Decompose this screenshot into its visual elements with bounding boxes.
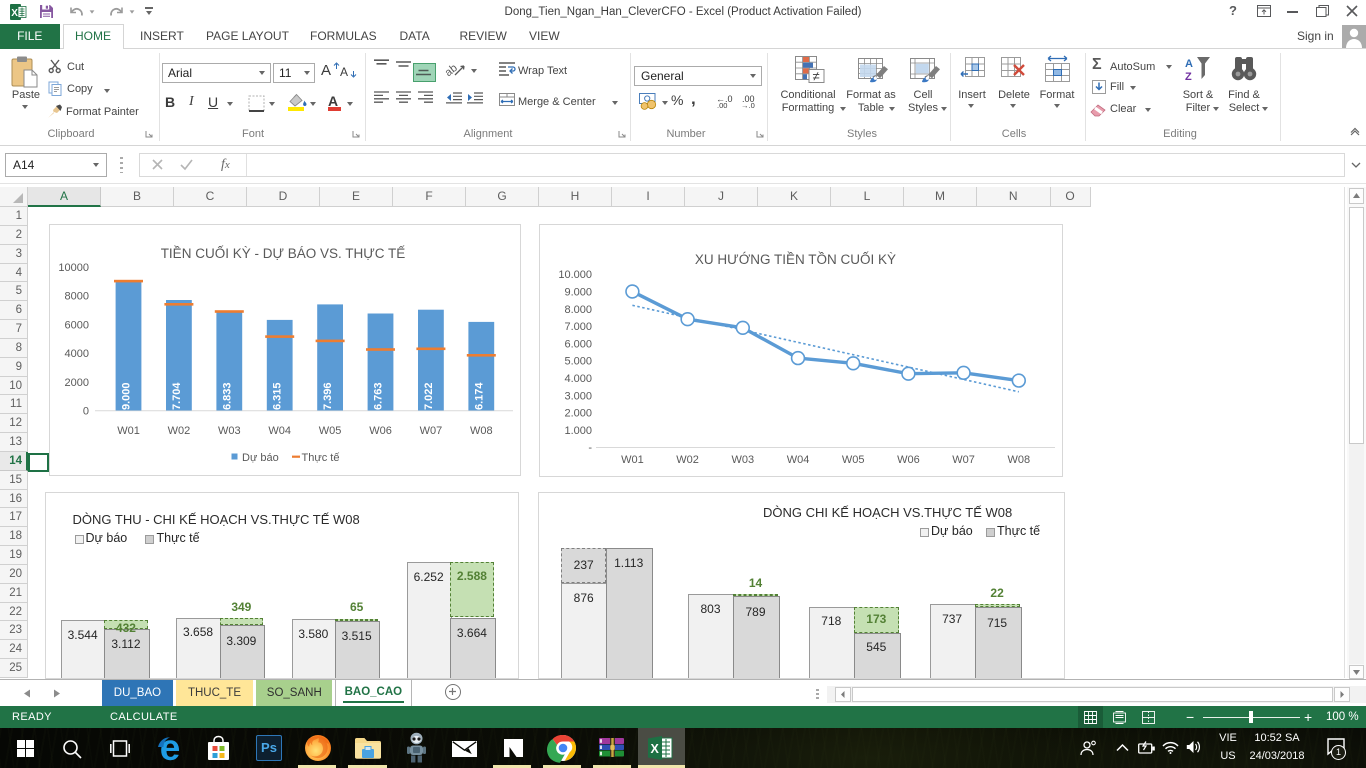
svg-text:7.022: 7.022	[423, 382, 435, 410]
svg-text:8000: 8000	[65, 291, 89, 303]
svg-text:6.315: 6.315	[272, 382, 284, 410]
svg-text:W01: W01	[117, 425, 140, 437]
svg-text:≠: ≠	[813, 69, 820, 84]
svg-text:9.000: 9.000	[121, 382, 133, 410]
svg-text:10.000: 10.000	[558, 269, 592, 281]
svg-text:6.763: 6.763	[373, 382, 385, 410]
svg-text:6000: 6000	[65, 319, 89, 331]
svg-text:2000: 2000	[65, 377, 89, 389]
svg-text:2.000: 2.000	[564, 408, 592, 420]
svg-text:W06: W06	[897, 454, 920, 466]
svg-text:0: 0	[83, 406, 89, 418]
svg-text:Z: Z	[1185, 71, 1192, 83]
svg-text:TIỀN CUỐI KỲ - DỰ BÁO VS. THỰC: TIỀN CUỐI KỲ - DỰ BÁO VS. THỰC TẾ	[161, 246, 406, 261]
svg-text:7.396: 7.396	[322, 382, 334, 410]
svg-text:.00: .00	[717, 101, 727, 110]
svg-text:W06: W06	[369, 425, 392, 437]
svg-text:→.0: →.0	[741, 101, 755, 110]
svg-text:5.000: 5.000	[564, 356, 592, 368]
svg-text:1.000: 1.000	[564, 425, 592, 437]
svg-text:ab: ab	[443, 62, 460, 79]
svg-text:6.833: 6.833	[221, 382, 233, 410]
svg-text:W03: W03	[218, 425, 241, 437]
svg-text:XU HƯỚNG TIỀN TỒN CUỐI KỲ: XU HƯỚNG TIỀN TỒN CUỐI KỲ	[694, 252, 895, 267]
svg-text:W04: W04	[786, 454, 809, 466]
svg-text:W03: W03	[731, 454, 754, 466]
svg-text:3.000: 3.000	[564, 390, 592, 402]
svg-text:9.000: 9.000	[564, 287, 592, 299]
svg-text:W04: W04	[268, 425, 291, 437]
svg-text:7.000: 7.000	[564, 321, 592, 333]
svg-text:10000: 10000	[58, 262, 89, 274]
svg-text:4.000: 4.000	[564, 373, 592, 385]
svg-text:7.704: 7.704	[171, 382, 183, 410]
svg-text:W05: W05	[841, 454, 864, 466]
svg-text:W01: W01	[621, 454, 644, 466]
svg-text:Thực tế: Thực tế	[302, 452, 340, 464]
svg-text:W08: W08	[470, 425, 493, 437]
svg-text:4000: 4000	[65, 348, 89, 360]
svg-text:Dự báo: Dự báo	[242, 452, 279, 464]
svg-text:W08: W08	[1007, 454, 1030, 466]
svg-text:-: -	[588, 442, 592, 454]
svg-text:6.174: 6.174	[473, 382, 485, 410]
svg-text:W02: W02	[676, 454, 699, 466]
svg-text:W07: W07	[420, 425, 443, 437]
svg-text:A: A	[1185, 58, 1193, 70]
svg-text:W02: W02	[168, 425, 191, 437]
svg-text:X: X	[651, 742, 660, 756]
svg-text:8.000: 8.000	[564, 304, 592, 316]
svg-text:6.000: 6.000	[564, 338, 592, 350]
svg-text:W05: W05	[319, 425, 342, 437]
svg-text:W07: W07	[952, 454, 975, 466]
